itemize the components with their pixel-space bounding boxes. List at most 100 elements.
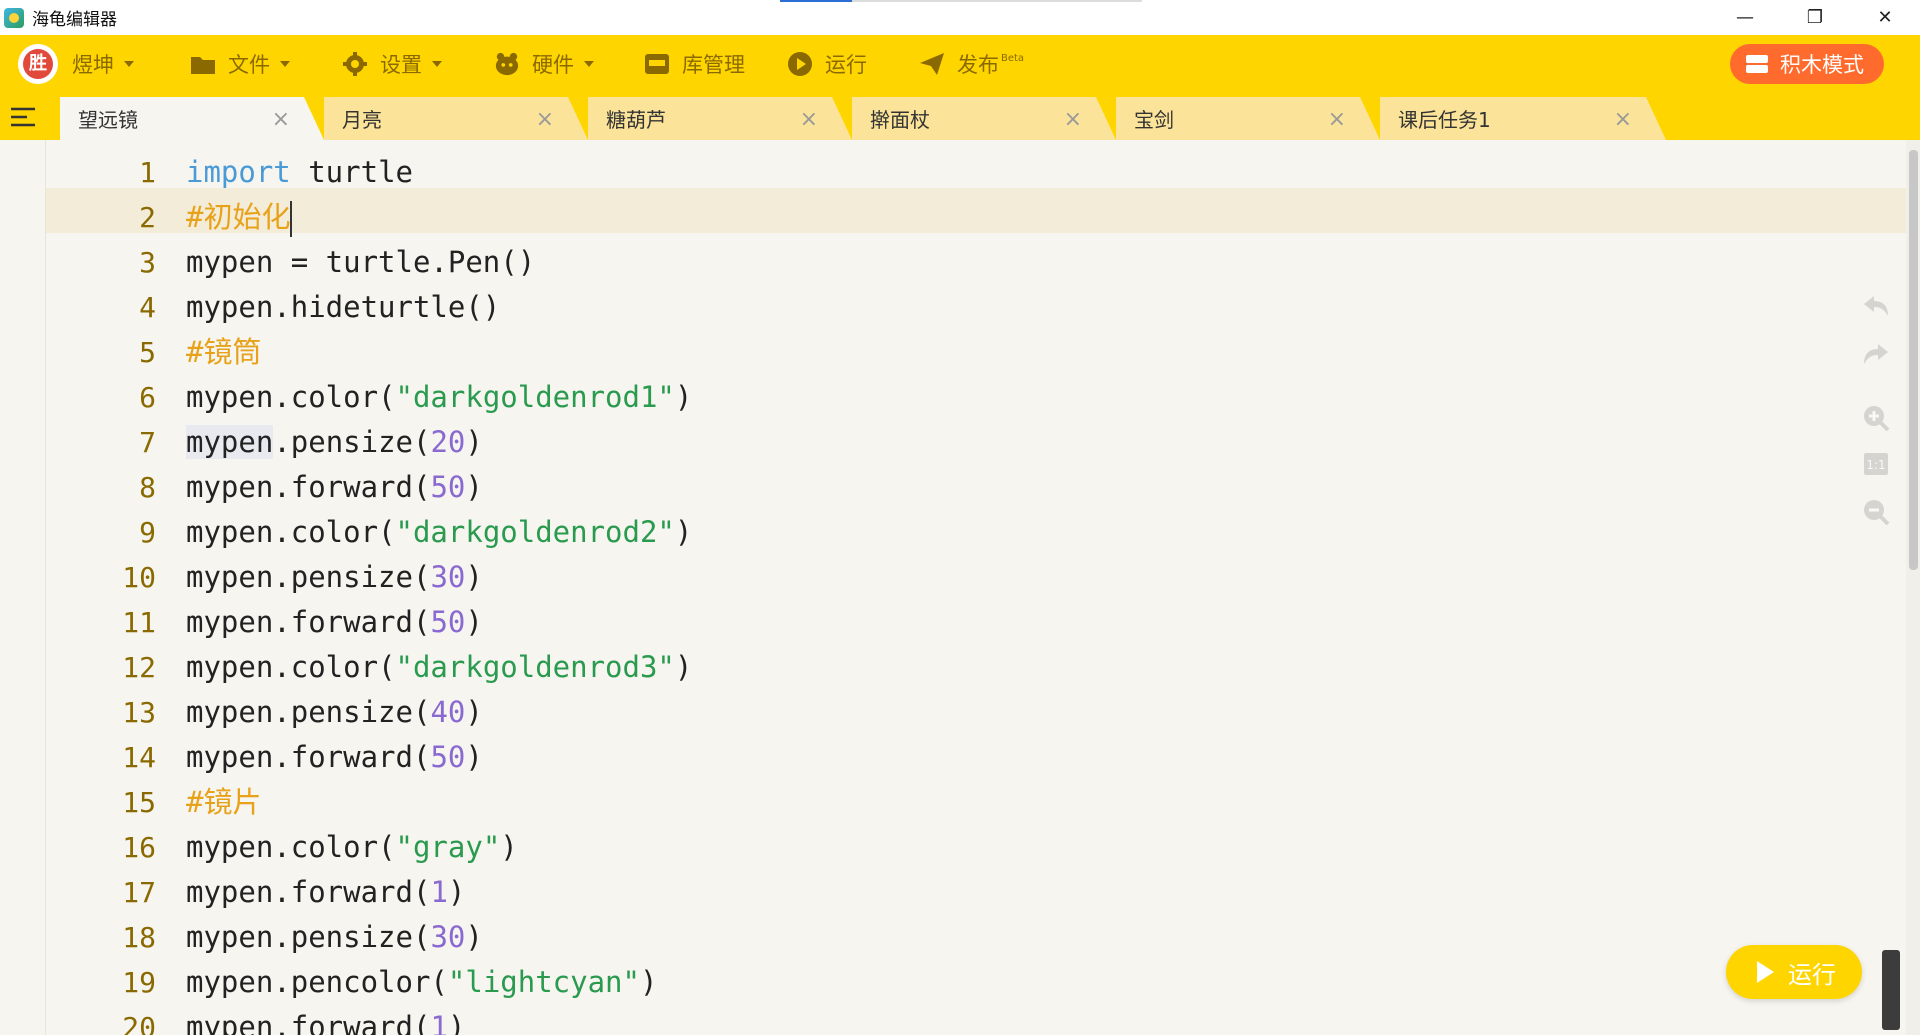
publish-label: 发布: [957, 53, 999, 77]
run-button[interactable]: 运行: [787, 35, 867, 93]
code-line[interactable]: #初始化: [186, 195, 293, 240]
line-number: 10: [122, 561, 156, 594]
tab-label: 望远镜: [78, 108, 138, 132]
redo-button[interactable]: [1860, 338, 1892, 370]
code-line[interactable]: mypen.hideturtle(): [186, 285, 500, 330]
code-line[interactable]: #镜片: [186, 780, 261, 825]
app-window: 海龟编辑器 — ❐ ✕ 胜 煜坤 文件 设置 硬件 库管理 运行 发布 Beta…: [0, 0, 1920, 1035]
tab-bar: 望远镜 × 月亮 × 糖葫芦 × 擀面杖 × 宝剑 × 课后任务1 ×: [0, 93, 1920, 140]
tab-candied-haws[interactable]: 糖葫芦 ×: [588, 97, 852, 140]
maximize-button[interactable]: ❐: [1780, 0, 1850, 35]
undo-button[interactable]: [1860, 290, 1892, 322]
chevron-down-icon: [124, 61, 134, 67]
code-line[interactable]: mypen.color("darkgoldenrod2"): [186, 510, 692, 555]
close-button[interactable]: ✕: [1850, 0, 1920, 35]
avatar-text: 胜: [23, 49, 53, 79]
line-number: 18: [122, 921, 156, 954]
hardware-menu[interactable]: 硬件: [494, 35, 594, 93]
code-line[interactable]: mypen.pensize(20): [186, 420, 483, 465]
tab-label: 糖葫芦: [606, 108, 666, 132]
line-number: 6: [139, 381, 156, 414]
line-number: 17: [122, 876, 156, 909]
settings-label: 设置: [380, 53, 422, 77]
publish-button[interactable]: 发布 Beta: [919, 35, 1024, 93]
close-icon[interactable]: ×: [536, 107, 554, 132]
close-icon[interactable]: ×: [1614, 107, 1632, 132]
close-icon[interactable]: ×: [1328, 107, 1346, 132]
code-line[interactable]: mypen.pensize(30): [186, 915, 483, 960]
code-line[interactable]: mypen.forward(50): [186, 465, 483, 510]
line-number: 3: [139, 246, 156, 279]
line-number: 2: [139, 201, 156, 234]
code-line[interactable]: mypen.pensize(40): [186, 690, 483, 735]
code-line[interactable]: mypen.color("gray"): [186, 825, 518, 870]
line-number: 12: [122, 651, 156, 684]
code-line[interactable]: mypen.forward(50): [186, 600, 483, 645]
menu-button[interactable]: [0, 93, 46, 140]
side-panel-toggle[interactable]: [1882, 950, 1900, 1030]
zoom-in-icon: [1864, 406, 1890, 432]
hardware-icon: [494, 51, 520, 77]
line-number: 13: [122, 696, 156, 729]
scrollbar-thumb[interactable]: [1909, 150, 1918, 570]
tab-label: 擀面杖: [870, 108, 930, 132]
fit-button[interactable]: 1:1: [1860, 448, 1892, 480]
code-line[interactable]: mypen.color("darkgoldenrod1"): [186, 375, 692, 420]
block-mode-button[interactable]: 积木模式: [1730, 44, 1884, 84]
svg-text:1:1: 1:1: [1866, 458, 1885, 472]
code-line[interactable]: mypen.forward(1): [186, 870, 465, 915]
run-label: 运行: [825, 53, 867, 77]
chevron-down-icon: [280, 61, 290, 67]
beta-badge: Beta: [1001, 52, 1025, 64]
code-line[interactable]: mypen.pensize(30): [186, 555, 483, 600]
file-menu[interactable]: 文件: [190, 35, 290, 93]
tab-label: 月亮: [342, 108, 382, 132]
line-number: 19: [122, 966, 156, 999]
close-icon[interactable]: ×: [800, 107, 818, 132]
settings-menu[interactable]: 设置: [342, 35, 442, 93]
library-button[interactable]: 库管理: [644, 35, 745, 93]
zoom-in-button[interactable]: [1860, 402, 1892, 434]
zoom-out-icon: [1864, 500, 1890, 526]
line-number: 4: [139, 291, 156, 324]
blocks-icon: [1744, 51, 1770, 77]
app-icon: [4, 7, 24, 28]
code-line[interactable]: mypen = turtle.Pen(): [186, 240, 535, 285]
line-number: 15: [122, 786, 156, 819]
zoom-out-button[interactable]: [1860, 496, 1892, 528]
user-menu[interactable]: 煜坤: [72, 35, 134, 93]
avatar[interactable]: 胜: [18, 44, 58, 84]
folder-icon: [190, 51, 216, 77]
gear-icon: [342, 51, 368, 77]
minimize-button[interactable]: —: [1710, 0, 1780, 35]
tab-telescope[interactable]: 望远镜 ×: [60, 97, 324, 140]
code-line[interactable]: mypen.color("darkgoldenrod3"): [186, 645, 692, 690]
floating-run-button[interactable]: 运行: [1726, 945, 1862, 999]
redo-icon: [1864, 344, 1888, 364]
hardware-label: 硬件: [532, 53, 574, 77]
vertical-scrollbar[interactable]: [1906, 140, 1920, 1035]
line-number: 20: [122, 1011, 156, 1035]
tab-rolling-pin[interactable]: 擀面杖 ×: [852, 97, 1116, 140]
tab-label: 课后任务1: [1398, 108, 1491, 132]
file-label: 文件: [228, 53, 270, 77]
line-number: 11: [122, 606, 156, 639]
code-line[interactable]: import turtle: [186, 150, 413, 195]
title-bar: 海龟编辑器 — ❐ ✕: [0, 0, 1920, 35]
line-number: 8: [139, 471, 156, 504]
close-icon[interactable]: ×: [272, 107, 290, 132]
code-line[interactable]: mypen.forward(1): [186, 1005, 465, 1035]
close-icon[interactable]: ×: [1064, 107, 1082, 132]
tab-homework-1[interactable]: 课后任务1 ×: [1380, 97, 1666, 140]
main-toolbar: 胜 煜坤 文件 设置 硬件 库管理 运行 发布 Beta 积木模式: [0, 35, 1920, 93]
code-line[interactable]: mypen.pencolor("lightcyan"): [186, 960, 657, 1005]
title-progress-fill: [780, 0, 853, 2]
code-editor[interactable]: 1 2 3 4 5 6 7 8 9 10 11 12 13 14 15 16 1…: [0, 140, 1920, 1035]
line-number: 9: [139, 516, 156, 549]
tab-label: 宝剑: [1134, 108, 1174, 132]
code-line[interactable]: #镜筒: [186, 330, 261, 375]
app-title: 海龟编辑器: [32, 10, 117, 30]
code-line[interactable]: mypen.forward(50): [186, 735, 483, 780]
tab-moon[interactable]: 月亮 ×: [324, 97, 588, 140]
tab-sword[interactable]: 宝剑 ×: [1116, 97, 1380, 140]
